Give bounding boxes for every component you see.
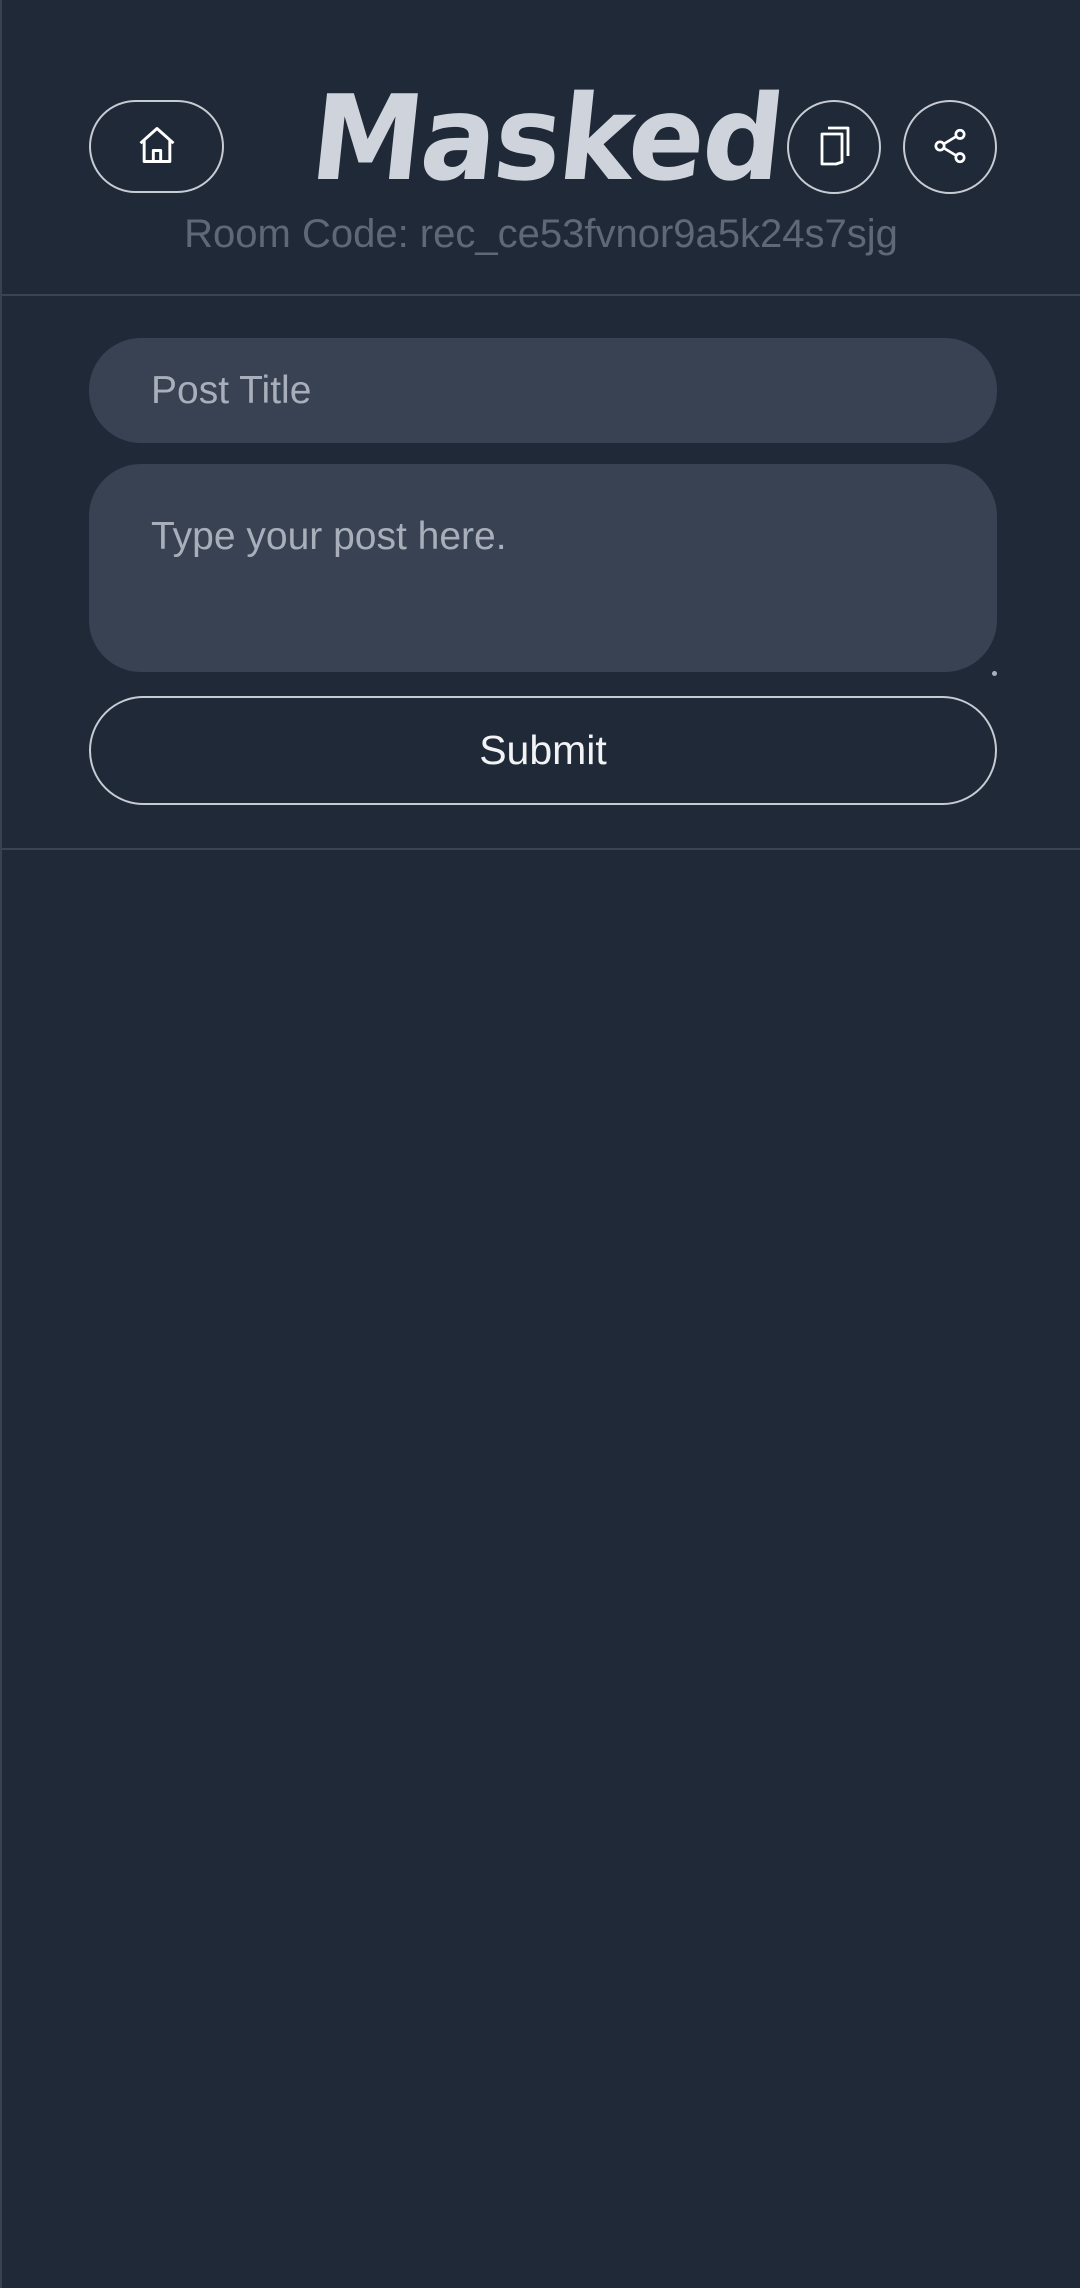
app-logo: Masked	[305, 71, 789, 208]
share-button[interactable]	[903, 100, 997, 194]
room-code-label: Room Code: rec_ce53fvnor9a5k24s7sjg	[184, 212, 898, 256]
home-button[interactable]	[89, 100, 224, 193]
copy-icon	[814, 124, 854, 171]
logo-text: Masked	[305, 70, 789, 208]
submit-button[interactable]: Submit	[89, 696, 997, 805]
post-title-input[interactable]	[89, 338, 997, 443]
home-icon	[135, 123, 179, 170]
post-form: Submit	[2, 296, 1080, 850]
copy-room-code-button[interactable]	[787, 100, 881, 194]
textarea-resize-handle[interactable]	[992, 671, 997, 676]
app-root: Masked Room Code: rec_ce53fvnor9a5k24s7s…	[0, 0, 1080, 2288]
post-body-textarea[interactable]	[89, 464, 997, 672]
share-icon	[930, 126, 970, 169]
header: Masked Room Code: rec_ce53fvnor9a5k24s7s…	[2, 0, 1080, 296]
